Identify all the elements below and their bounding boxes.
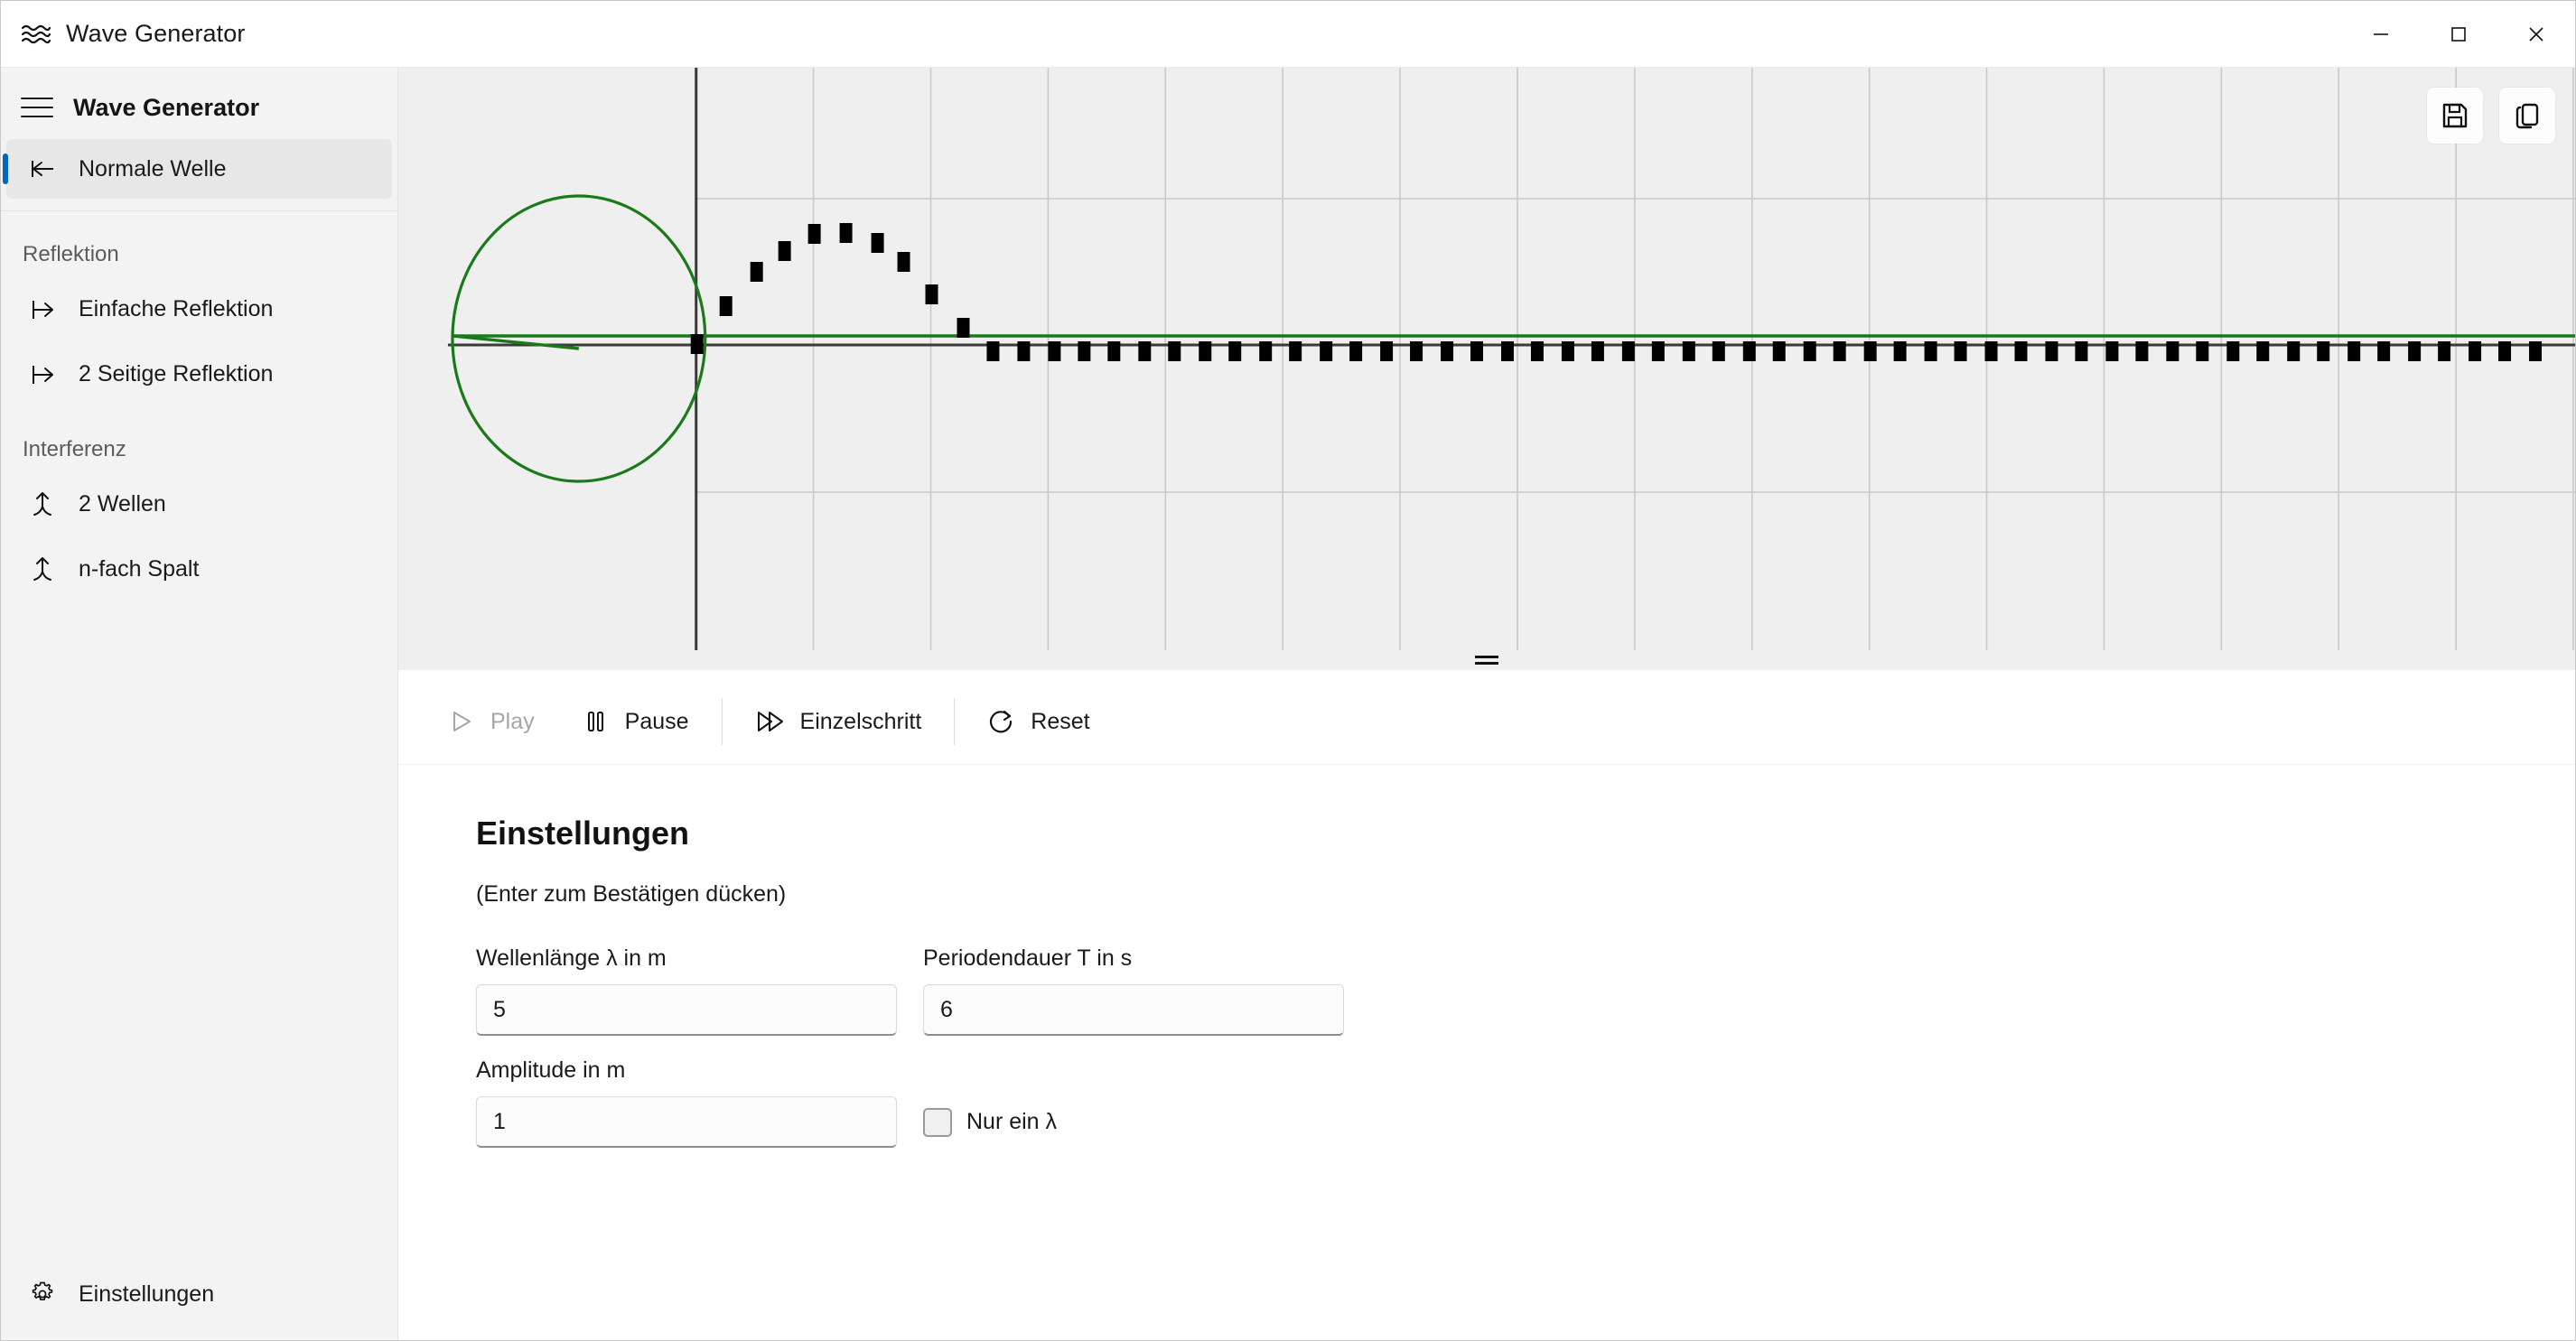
- wave-icon: [21, 23, 51, 46]
- reset-label: Reset: [1031, 708, 1090, 734]
- arrow-to-start-icon: [26, 153, 59, 185]
- play-icon: [447, 708, 474, 735]
- sidebar: Wave Generator Normale Welle Reflektion: [1, 68, 398, 1340]
- settings-hint: (Enter zum Bestätigen dücken): [476, 881, 787, 907]
- field-wavelength: Wellenlänge λ in m: [476, 945, 897, 1036]
- copy-button[interactable]: [2499, 88, 2555, 144]
- pause-icon: [582, 708, 609, 735]
- single-wavelength-checkline[interactable]: Nur ein λ: [923, 1096, 1344, 1148]
- main-content: Play Pause Einzelschritt Reset Einstellu…: [398, 68, 2575, 1340]
- window-title: Wave Generator: [66, 20, 246, 47]
- sidebar-item-label: n-fach Spalt: [79, 555, 200, 582]
- sidebar-item-einstellungen[interactable]: Einstellungen: [6, 1264, 392, 1324]
- fast-forward-icon: [755, 708, 784, 735]
- transport-divider: [954, 698, 956, 745]
- wave-markers: [690, 223, 2543, 361]
- settings-panel: Einstellungen (Enter zum Bestätigen dück…: [398, 765, 2575, 1340]
- sidebar-item-label: 2 Seitige Reflektion: [79, 360, 274, 386]
- sidebar-item-2-wellen[interactable]: 2 Wellen: [6, 474, 392, 534]
- sidebar-item-label: Einstellungen: [79, 1280, 215, 1307]
- period-label: Periodendauer T in s: [923, 945, 1133, 971]
- play-button[interactable]: Play: [424, 694, 558, 749]
- sidebar-item-2-seitige-reflektion[interactable]: 2 Seitige Reflektion: [6, 344, 392, 404]
- panel-splitter[interactable]: [398, 650, 2575, 670]
- minimize-button[interactable]: [2342, 1, 2420, 68]
- selection-indicator: [3, 154, 8, 184]
- sidebar-item-label: Normale Welle: [79, 155, 227, 182]
- copy-pages-icon: [2515, 103, 2539, 129]
- transport-bar: Play Pause Einzelschritt Reset: [398, 679, 2575, 765]
- settings-form: Wellenlänge λ in m Periodendauer T in s …: [476, 945, 1379, 1169]
- wavelength-label: Wellenlänge λ in m: [476, 945, 667, 971]
- plot-toolbar: [2427, 88, 2555, 144]
- sidebar-header: Wave Generator: [1, 79, 397, 136]
- sidebar-item-label: Einfache Reflektion: [79, 295, 274, 321]
- settings-title: Einstellungen: [476, 815, 690, 852]
- sidebar-title: Wave Generator: [73, 93, 260, 121]
- wave-plot[interactable]: [398, 68, 2575, 659]
- app-window: Wave Generator Wave Generator Normale We…: [0, 0, 2576, 1341]
- pause-label: Pause: [624, 708, 689, 734]
- amplitude-row: [476, 1096, 897, 1148]
- pause-button[interactable]: Pause: [558, 694, 713, 749]
- sidebar-group-title-reflektion: Reflektion: [23, 242, 119, 266]
- wavelength-input[interactable]: [476, 984, 897, 1036]
- window-body: Wave Generator Normale Welle Reflektion: [1, 68, 2575, 1340]
- sidebar-item-normale-welle[interactable]: Normale Welle: [3, 139, 392, 199]
- period-input[interactable]: [923, 984, 1344, 1036]
- field-single-wavelength: Nur ein λ: [923, 1057, 1344, 1148]
- sidebar-item-einfache-reflektion[interactable]: Einfache Reflektion: [6, 279, 392, 339]
- step-button[interactable]: Einzelschritt: [732, 694, 946, 749]
- window-controls: [2342, 1, 2575, 68]
- merge-arrow-up-icon: [26, 488, 59, 520]
- field-amplitude: Amplitude in m: [476, 1057, 897, 1148]
- splitter-grip-icon: [1475, 656, 1498, 665]
- play-label: Play: [490, 708, 535, 734]
- title-bar: Wave Generator: [1, 1, 2575, 68]
- sidebar-item-label: 2 Wellen: [79, 490, 166, 517]
- close-button[interactable]: [2497, 1, 2575, 68]
- single-wavelength-checkbox[interactable]: [923, 1107, 952, 1137]
- wave-plot-canvas: [447, 68, 2575, 659]
- field-period: Periodendauer T in s: [923, 945, 1344, 1036]
- transport-divider: [721, 698, 723, 745]
- branch-arrow-icon: [26, 293, 59, 325]
- phasor-radius: [452, 334, 580, 350]
- hamburger-icon[interactable]: [21, 98, 53, 117]
- merge-arrow-up-icon: [26, 553, 59, 585]
- save-button[interactable]: [2427, 88, 2483, 144]
- branch-arrow-icon: [26, 358, 59, 390]
- maximize-button[interactable]: [2420, 1, 2497, 68]
- title-bar-left: Wave Generator: [1, 20, 245, 48]
- amplitude-label: Amplitude in m: [476, 1057, 626, 1083]
- sidebar-group-title-interferenz: Interferenz: [23, 437, 126, 461]
- grid-vertical: [812, 68, 2574, 659]
- single-wavelength-label: Nur ein λ: [966, 1109, 1058, 1134]
- sidebar-item-n-fach-spalt[interactable]: n-fach Spalt: [6, 539, 392, 599]
- amplitude-input[interactable]: [476, 1096, 897, 1148]
- reset-button[interactable]: Reset: [964, 694, 1113, 749]
- save-floppy-icon: [2442, 103, 2468, 128]
- gear-icon: [26, 1278, 59, 1310]
- step-label: Einzelschritt: [799, 708, 922, 734]
- reload-icon: [987, 708, 1014, 735]
